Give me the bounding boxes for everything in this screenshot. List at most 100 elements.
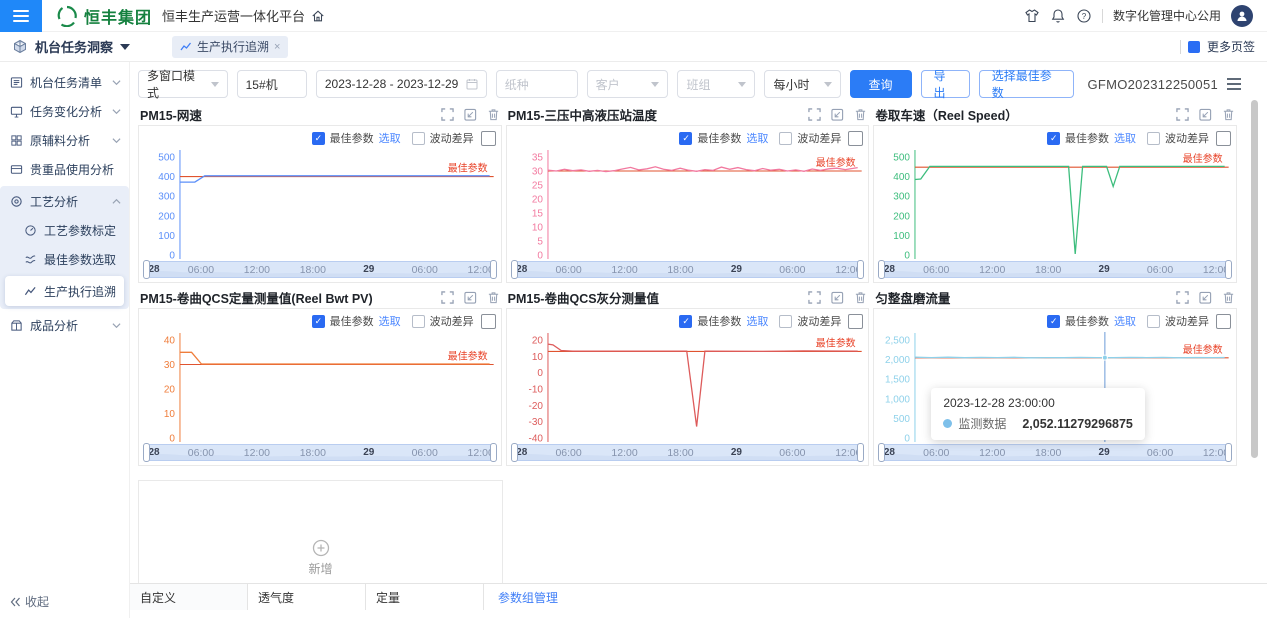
datazoom-slider[interactable]: 2806:0012:0018:002906:0012:00 xyxy=(879,261,1231,278)
sidebar-item-task-list[interactable]: 机台任务清单 xyxy=(0,68,129,97)
pick-link[interactable]: 选取 xyxy=(379,130,401,146)
color-select-box[interactable] xyxy=(481,131,496,146)
best-param-checkbox[interactable] xyxy=(1047,132,1060,145)
best-param-checkbox[interactable] xyxy=(679,315,692,328)
more-tabs-button[interactable]: 更多页签 xyxy=(1180,38,1255,55)
plus-circle-icon xyxy=(312,539,330,557)
edit-icon[interactable] xyxy=(464,108,477,121)
user-avatar[interactable] xyxy=(1231,5,1253,27)
datazoom-slider[interactable]: 2806:0012:0018:002906:0012:00 xyxy=(512,261,864,278)
datazoom-right-handle[interactable] xyxy=(857,260,864,279)
delete-icon[interactable] xyxy=(1222,108,1235,121)
fluctuation-checkbox[interactable] xyxy=(412,315,425,328)
datazoom-right-handle[interactable] xyxy=(490,260,497,279)
select-best-param-button[interactable]: 选择最佳参数 xyxy=(979,70,1075,98)
tab-close-icon[interactable]: × xyxy=(274,41,280,53)
bottom-tab-permeability[interactable]: 透气度 xyxy=(248,584,366,610)
theme-shirt-icon[interactable] xyxy=(1024,8,1040,24)
pick-link[interactable]: 选取 xyxy=(1114,313,1136,329)
sidebar-item-process-analysis[interactable]: 工艺分析 xyxy=(0,187,129,216)
delete-icon[interactable] xyxy=(487,108,500,121)
interval-select[interactable]: 每小时 xyxy=(764,70,840,98)
sidebar-item-raw-material[interactable]: 原辅料分析 xyxy=(0,126,129,155)
color-select-box[interactable] xyxy=(848,131,863,146)
delete-icon[interactable] xyxy=(854,108,867,121)
datazoom-left-handle[interactable] xyxy=(511,260,518,279)
fullscreen-icon[interactable] xyxy=(441,291,454,304)
sidebar-item-precious-usage[interactable]: 贵重品使用分析 xyxy=(0,155,129,184)
edit-icon[interactable] xyxy=(1199,291,1212,304)
datazoom-left-handle[interactable] xyxy=(511,443,518,462)
color-select-box[interactable] xyxy=(481,314,496,329)
fluctuation-checkbox[interactable] xyxy=(1147,132,1160,145)
fluctuation-checkbox[interactable] xyxy=(779,132,792,145)
sidebar-item-finished-product[interactable]: 成品分析 xyxy=(0,311,129,340)
datazoom-right-handle[interactable] xyxy=(1225,260,1232,279)
datazoom-left-handle[interactable] xyxy=(143,443,150,462)
svg-text:500: 500 xyxy=(894,152,911,163)
vertical-scrollbar[interactable] xyxy=(1251,100,1258,458)
window-mode-select[interactable]: 多窗口模式 xyxy=(138,70,228,98)
panel-menu-icon[interactable] xyxy=(1227,78,1241,90)
notification-bell-icon[interactable] xyxy=(1050,8,1066,24)
datazoom-slider[interactable]: 2806:0012:0018:002906:0012:00 xyxy=(144,261,496,278)
sidebar-item-param-calibration[interactable]: 工艺参数标定 xyxy=(0,216,129,245)
sidebar-item-best-param-pick[interactable]: 最佳参数选取 xyxy=(0,245,129,274)
bottom-tab-custom[interactable]: 自定义 xyxy=(130,584,248,610)
fullscreen-icon[interactable] xyxy=(808,108,821,121)
datazoom-slider[interactable]: 2806:0012:0018:002906:0012:00 xyxy=(879,444,1231,461)
fluctuation-checkbox[interactable] xyxy=(412,132,425,145)
edit-icon[interactable] xyxy=(831,108,844,121)
datazoom-right-handle[interactable] xyxy=(857,443,864,462)
best-param-checkbox[interactable] xyxy=(679,132,692,145)
best-param-checkbox[interactable] xyxy=(312,315,325,328)
delete-icon[interactable] xyxy=(854,291,867,304)
sidebar-item-task-change[interactable]: 任务变化分析 xyxy=(0,97,129,126)
edit-icon[interactable] xyxy=(1199,108,1212,121)
fluctuation-checkbox[interactable] xyxy=(1147,315,1160,328)
home-icon[interactable] xyxy=(311,9,325,23)
svg-text:0: 0 xyxy=(169,250,175,259)
bottom-tab-basis-weight[interactable]: 定量 xyxy=(366,584,484,610)
delete-icon[interactable] xyxy=(1222,291,1235,304)
edit-icon[interactable] xyxy=(464,291,477,304)
datazoom-left-handle[interactable] xyxy=(878,260,885,279)
machine-input[interactable]: 15#机 xyxy=(237,70,307,98)
datazoom-left-handle[interactable] xyxy=(143,260,150,279)
help-icon[interactable]: ? xyxy=(1076,8,1092,24)
datazoom-slider[interactable]: 2806:0012:0018:002906:0012:00 xyxy=(144,444,496,461)
fullscreen-icon[interactable] xyxy=(1176,108,1189,121)
date-range-picker[interactable]: 2023-12-28 - 2023-12-29 xyxy=(316,70,487,98)
team-select[interactable]: 班组 xyxy=(677,70,755,98)
delete-icon[interactable] xyxy=(487,291,500,304)
datazoom-slider[interactable]: 2806:0012:0018:002906:0012:00 xyxy=(512,444,864,461)
hamburger-menu-button[interactable] xyxy=(0,0,42,32)
pick-link[interactable]: 选取 xyxy=(379,313,401,329)
sidebar-collapse-button[interactable]: 收起 xyxy=(10,593,49,610)
pick-link[interactable]: 选取 xyxy=(746,130,768,146)
sidebar-item-production-trace[interactable]: 生产执行追溯 xyxy=(5,276,124,306)
pick-link[interactable]: 选取 xyxy=(1114,130,1136,146)
fullscreen-icon[interactable] xyxy=(1176,291,1189,304)
tab-production-trace[interactable]: 生产执行追溯 × xyxy=(172,36,288,58)
color-select-box[interactable] xyxy=(1216,314,1231,329)
edit-icon[interactable] xyxy=(831,291,844,304)
fluctuation-checkbox[interactable] xyxy=(779,315,792,328)
query-button[interactable]: 查询 xyxy=(850,70,912,98)
module-selector[interactable]: 机台任务洞察 xyxy=(12,37,130,56)
param-group-manage-link[interactable]: 参数组管理 xyxy=(484,584,558,610)
paper-type-input[interactable]: 纸种 xyxy=(496,70,578,98)
fullscreen-icon[interactable] xyxy=(808,291,821,304)
best-param-checkbox[interactable] xyxy=(312,132,325,145)
best-param-checkbox[interactable] xyxy=(1047,315,1060,328)
datazoom-right-handle[interactable] xyxy=(1225,443,1232,462)
color-select-box[interactable] xyxy=(1216,131,1231,146)
pick-link[interactable]: 选取 xyxy=(746,313,768,329)
add-chart-panel[interactable]: 新增 xyxy=(138,480,503,583)
color-select-box[interactable] xyxy=(848,314,863,329)
fullscreen-icon[interactable] xyxy=(441,108,454,121)
datazoom-left-handle[interactable] xyxy=(878,443,885,462)
datazoom-right-handle[interactable] xyxy=(490,443,497,462)
customer-select[interactable]: 客户 xyxy=(587,70,669,98)
export-button[interactable]: 导出 xyxy=(921,70,970,98)
